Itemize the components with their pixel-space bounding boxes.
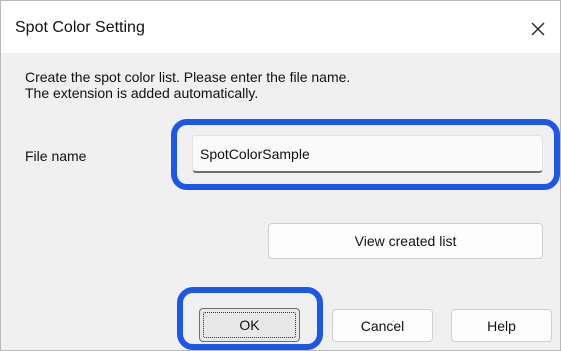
cancel-button[interactable]: Cancel [332,309,433,342]
instruction-line-1: Create the spot color list. Please enter… [25,69,351,85]
file-name-label: File name [25,148,87,164]
file-name-input[interactable] [192,135,543,173]
ok-button[interactable]: OK [199,308,300,342]
ok-button-label: OK [239,317,260,333]
help-button[interactable]: Help [451,309,552,342]
close-icon [531,22,545,36]
dialog-titlebar: Spot Color Setting [1,1,560,53]
dialog-title: Spot Color Setting [15,19,145,36]
instruction-text: Create the spot color list. Please enter… [25,69,350,101]
spot-color-setting-dialog: Spot Color Setting Create the spot color… [0,0,561,351]
close-button[interactable] [523,14,553,44]
view-created-list-button[interactable]: View created list [268,223,543,259]
instruction-line-2: The extension is added automatically. [25,85,259,101]
